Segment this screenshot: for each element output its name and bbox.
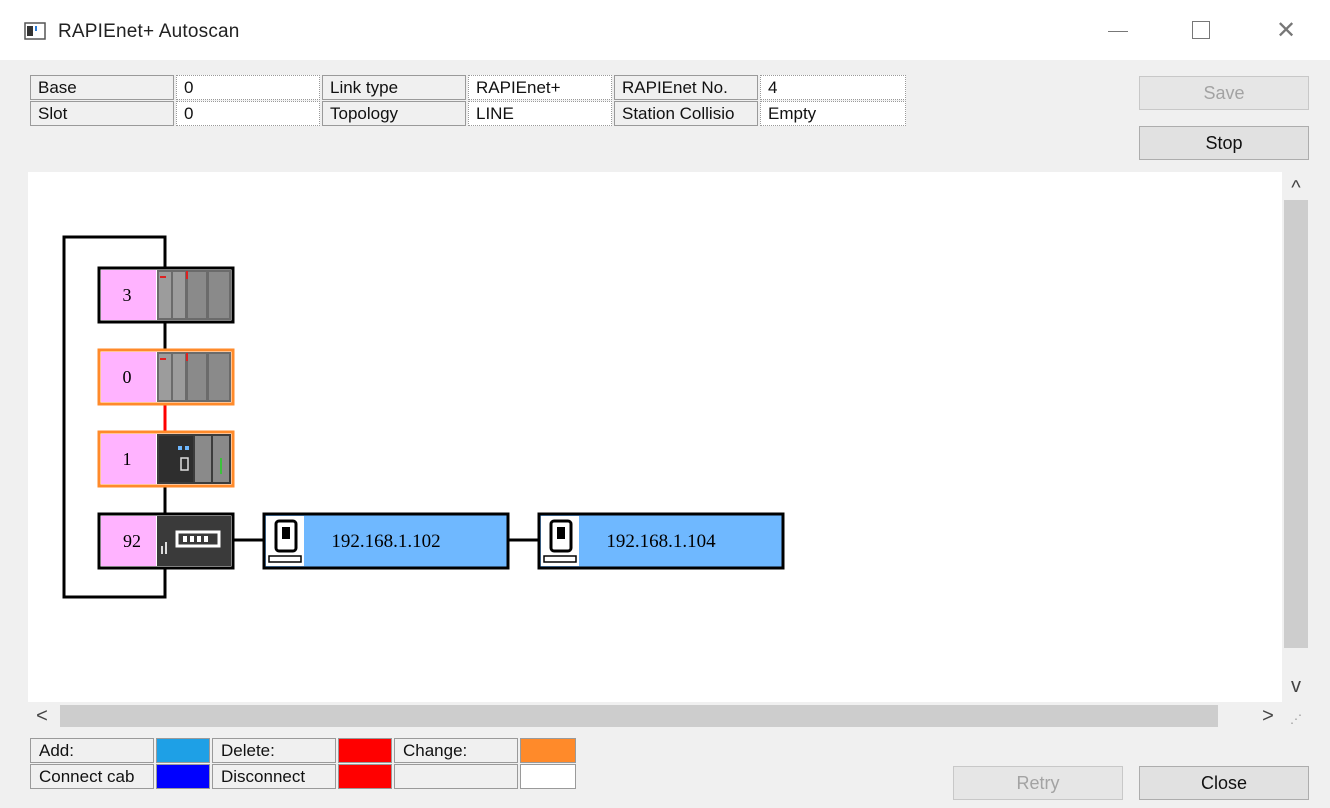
- horizontal-scrollbar[interactable]: < >: [28, 702, 1282, 730]
- scroll-up-icon[interactable]: ^: [1282, 178, 1310, 198]
- slot-value: 0: [176, 101, 320, 126]
- legend-change-label: Change:: [394, 738, 518, 763]
- station-0[interactable]: 0: [97, 348, 235, 406]
- station-number: 1: [123, 449, 132, 469]
- horizontal-scroll-thumb[interactable]: [60, 705, 1218, 727]
- station-number: 92: [123, 531, 141, 551]
- vertical-scrollbar[interactable]: ^ v: [1282, 172, 1310, 702]
- maximize-icon: [1192, 21, 1210, 39]
- app-window-icon: [24, 22, 46, 40]
- station-collision-label: Station Collisio: [614, 101, 758, 126]
- legend-blank-label: [394, 764, 518, 789]
- close-icon: ✕: [1275, 17, 1297, 44]
- legend-delete-swatch: [338, 738, 392, 763]
- close-window-button[interactable]: ✕: [1266, 14, 1306, 48]
- legend-blank-swatch: [520, 764, 576, 789]
- topology-value: LINE: [468, 101, 612, 126]
- legend-add-label: Add:: [30, 738, 154, 763]
- legend-change-swatch: [520, 738, 576, 763]
- link-type-value: RAPIEnet+: [468, 75, 612, 100]
- minimize-button[interactable]: [1098, 14, 1138, 48]
- legend-disconnect-swatch: [338, 764, 392, 789]
- window-title: RAPIEnet+ Autoscan: [58, 21, 240, 42]
- rapienet-no-label: RAPIEnet No.: [614, 75, 758, 100]
- topology-label: Topology: [322, 101, 466, 126]
- vertical-scroll-thumb[interactable]: [1284, 200, 1308, 648]
- link-type-label: Link type: [322, 75, 466, 100]
- scroll-left-icon[interactable]: <: [28, 706, 56, 726]
- save-button[interactable]: Save: [1139, 76, 1309, 110]
- rapienet-no-value: 4: [760, 75, 906, 100]
- stop-button[interactable]: Stop: [1139, 126, 1309, 160]
- maximize-button[interactable]: [1182, 14, 1222, 48]
- retry-button[interactable]: Retry: [953, 766, 1123, 800]
- topology-diagram: 3 0 1 92 192.168.1.102 192.168.1.104: [62, 235, 785, 599]
- station-1[interactable]: 1: [97, 430, 235, 488]
- station-collision-value: Empty: [760, 101, 906, 126]
- legend-add-swatch: [156, 738, 210, 763]
- scroll-right-icon[interactable]: >: [1254, 706, 1282, 726]
- minimize-icon: [1108, 31, 1128, 32]
- station-3[interactable]: 3: [97, 266, 235, 324]
- device-ip: 192.168.1.102: [331, 531, 440, 552]
- topology-canvas[interactable]: 3 0 1 92 192.168.1.102 192.168.1.104: [28, 172, 1282, 702]
- resize-grip-icon[interactable]: ⋰: [1290, 712, 1302, 726]
- device-192-168-1-104[interactable]: 192.168.1.104: [537, 512, 785, 570]
- device-192-168-1-102[interactable]: 192.168.1.102: [262, 512, 510, 570]
- title-bar: RAPIEnet+ Autoscan ✕: [0, 0, 1330, 60]
- station-92[interactable]: 92: [97, 512, 235, 570]
- base-value: 0: [176, 75, 320, 100]
- legend-connect-swatch: [156, 764, 210, 789]
- close-button[interactable]: Close: [1139, 766, 1309, 800]
- legend-delete-label: Delete:: [212, 738, 336, 763]
- legend-disconnect-label: Disconnect: [212, 764, 336, 789]
- station-number: 3: [123, 285, 132, 305]
- legend-connect-label: Connect cab: [30, 764, 154, 789]
- slot-label: Slot: [30, 101, 174, 126]
- scroll-down-icon[interactable]: v: [1282, 676, 1310, 696]
- device-ip: 192.168.1.104: [606, 531, 716, 552]
- station-number: 0: [123, 367, 132, 387]
- base-label: Base: [30, 75, 174, 100]
